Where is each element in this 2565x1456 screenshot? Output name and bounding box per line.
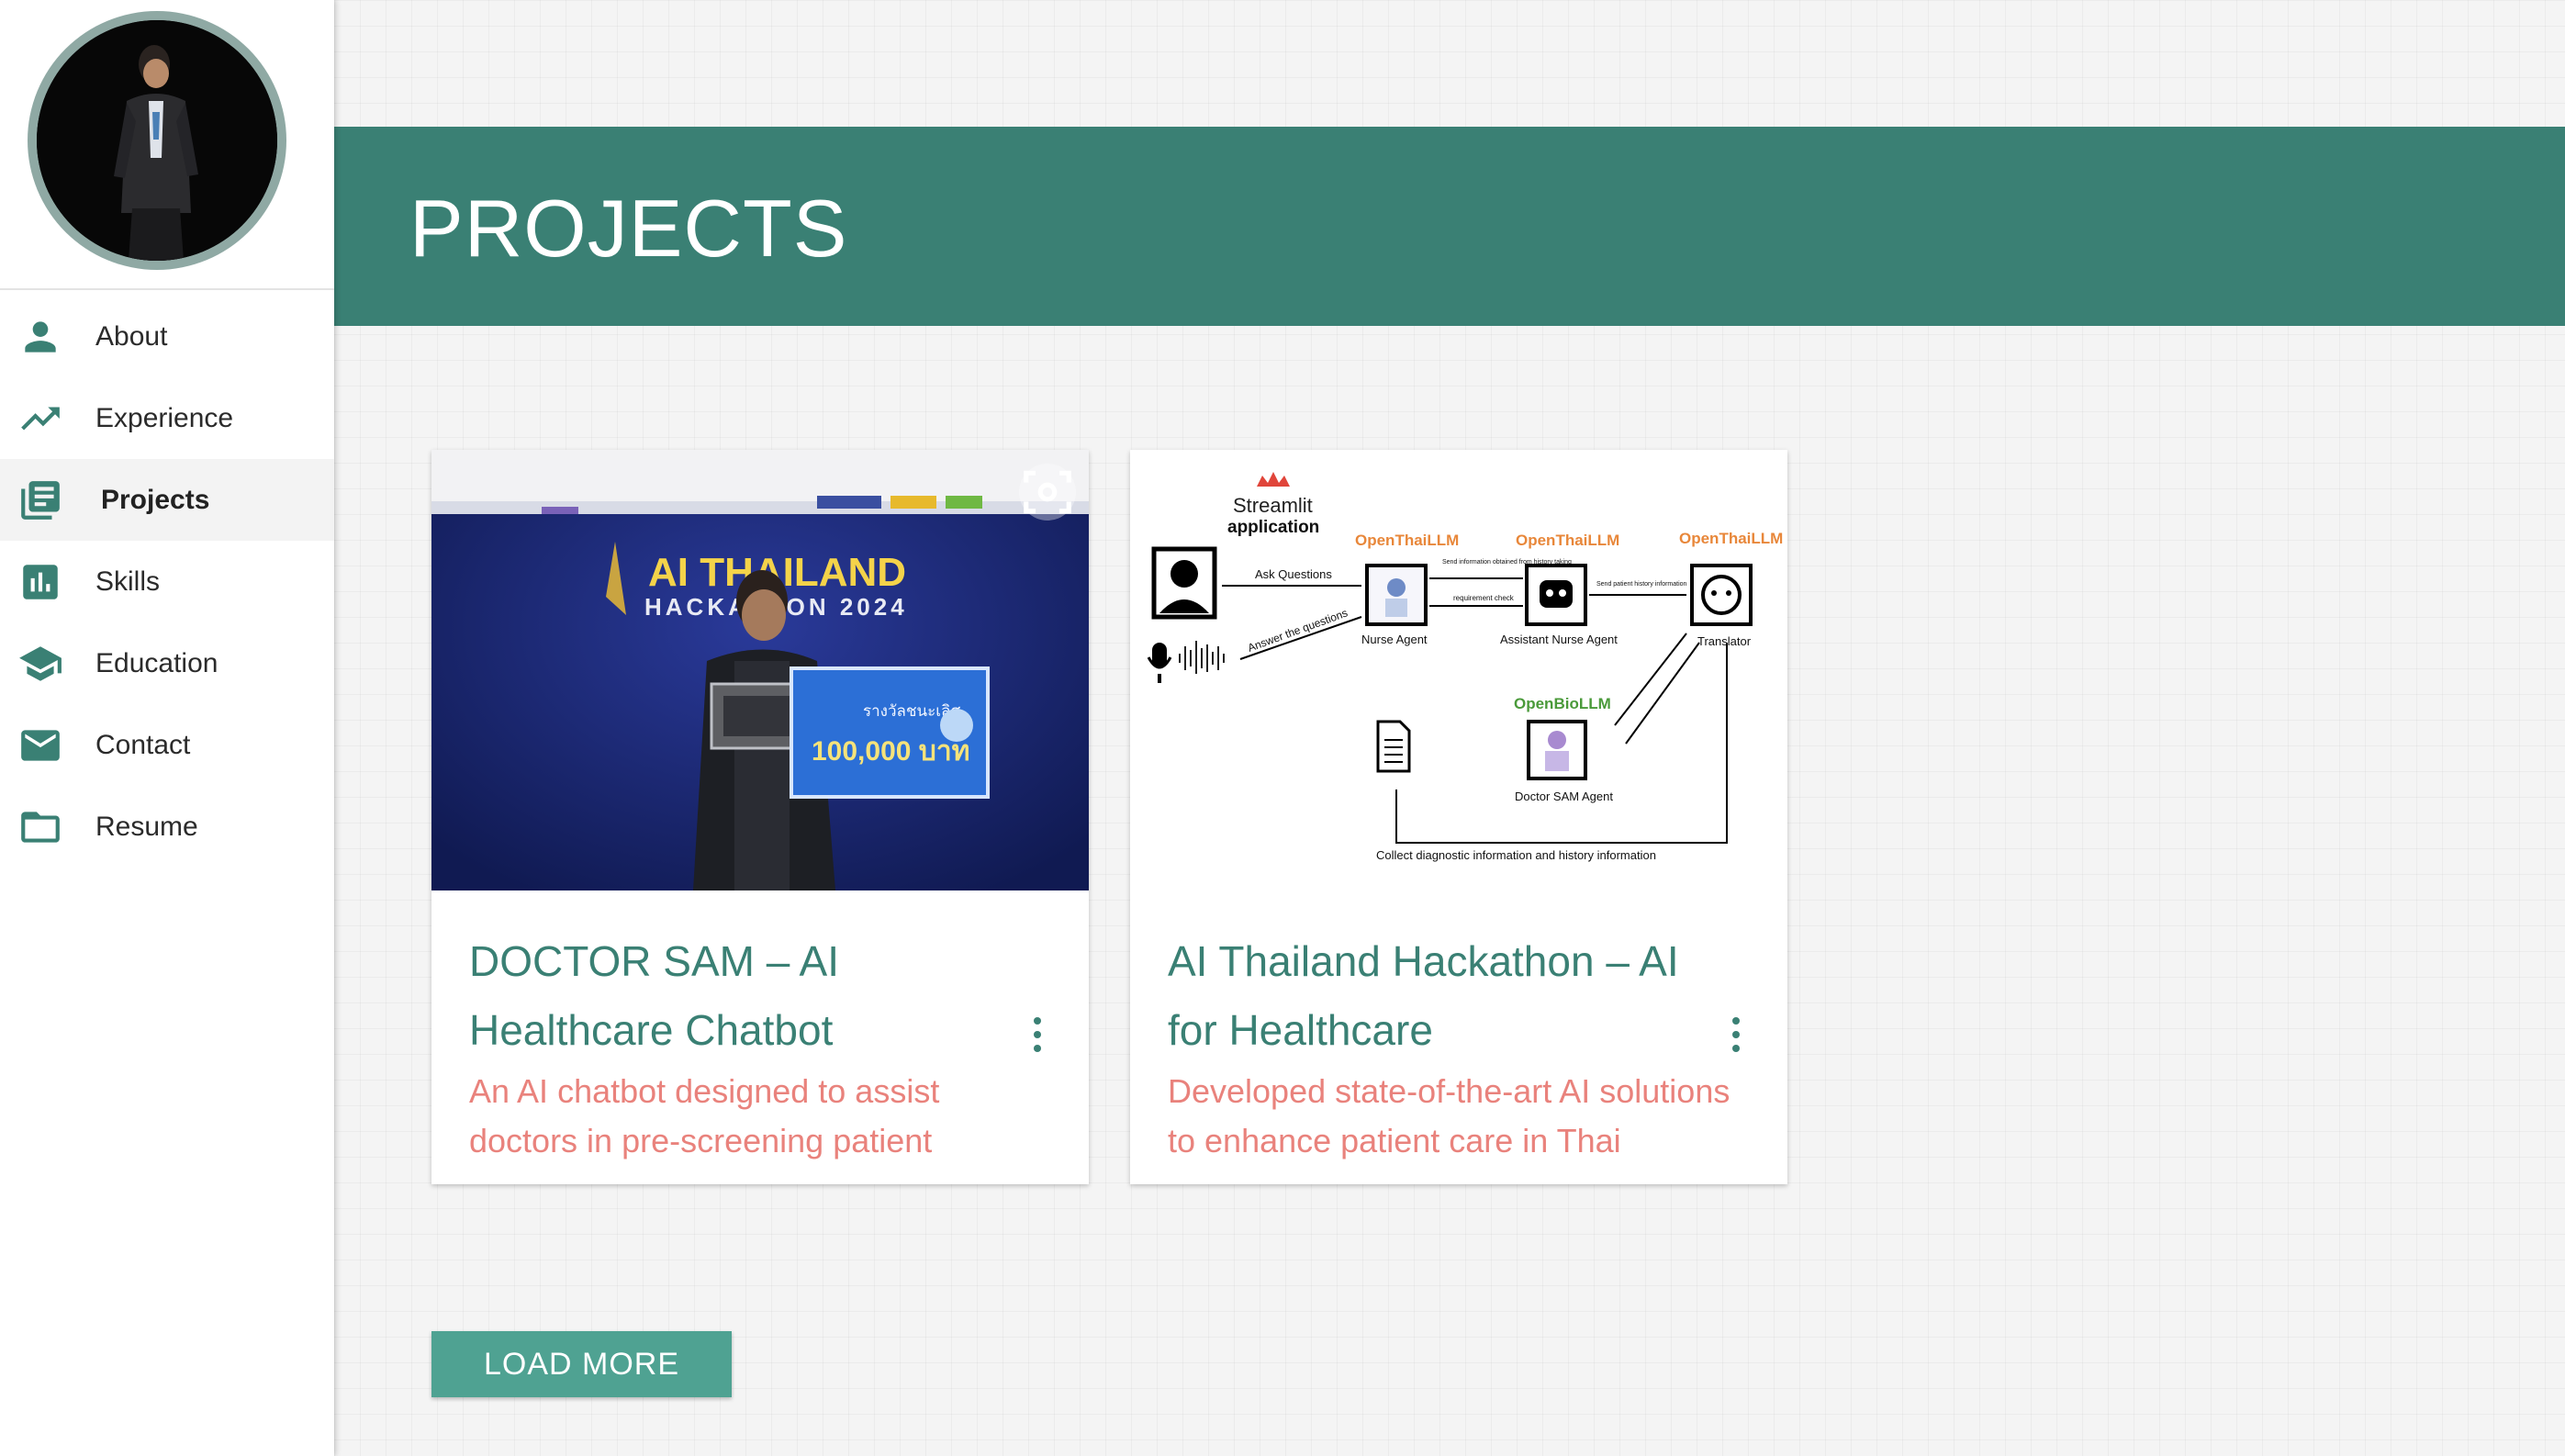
diagram-app-title: Streamlit bbox=[1233, 494, 1313, 517]
mail-icon bbox=[17, 722, 64, 769]
trending-up-icon bbox=[17, 395, 64, 442]
assistant-agent-label: Assistant Nurse Agent bbox=[1500, 633, 1618, 646]
doctor-agent-label: Doctor SAM Agent bbox=[1515, 790, 1613, 803]
llm-label-1: OpenThaiLLM bbox=[1355, 532, 1459, 549]
nav-item-contact[interactable]: Contact bbox=[0, 704, 334, 786]
llm-label-3: OpenThaiLLM bbox=[1679, 530, 1783, 547]
collect-info-label: Collect diagnostic information and histo… bbox=[1376, 848, 1656, 862]
more-vert-icon[interactable] bbox=[1019, 1012, 1056, 1058]
card-title[interactable]: AI Thailand Hackathon – AI for Healthcar… bbox=[1168, 927, 1719, 1065]
article-icon bbox=[17, 476, 64, 524]
nav-item-about[interactable]: About bbox=[0, 296, 334, 377]
folder-icon bbox=[17, 803, 64, 851]
sidebar-nav: About Experience Projects Skills Educati… bbox=[0, 296, 334, 868]
hackathon-photo: AI THAILAND HACKATHON 2024 รางวัลชนะเลิศ… bbox=[431, 450, 1089, 890]
nav-label-contact: Contact bbox=[95, 729, 191, 760]
sidebar-divider bbox=[0, 288, 334, 290]
openbio-label: OpenBioLLM bbox=[1514, 695, 1611, 712]
person-icon bbox=[17, 313, 64, 361]
diagram-app-subtitle: application bbox=[1227, 518, 1319, 537]
profile-photo bbox=[37, 20, 277, 261]
llm-label-2: OpenThaiLLM bbox=[1516, 532, 1619, 549]
prize-amount: 100,000 บาท bbox=[812, 736, 969, 767]
project-image[interactable]: Streamlit application OpenThaiLLM OpenTh… bbox=[1130, 450, 1787, 890]
nav-label-resume: Resume bbox=[95, 811, 198, 842]
requirement-check-label: requirement check bbox=[1453, 594, 1515, 602]
nav-item-skills[interactable]: Skills bbox=[0, 541, 334, 622]
project-image[interactable]: AI THAILAND HACKATHON 2024 รางวัลชนะเลิศ… bbox=[431, 450, 1089, 890]
load-more-button[interactable]: LOAD MORE bbox=[431, 1331, 732, 1397]
nav-label-about: About bbox=[95, 320, 168, 352]
card-title[interactable]: DOCTOR SAM – AI Healthcare Chatbot bbox=[469, 927, 1020, 1065]
project-card[interactable]: AI THAILAND HACKATHON 2024 รางวัลชนะเลิศ… bbox=[431, 450, 1089, 1184]
bar-chart-icon bbox=[17, 558, 64, 606]
nav-item-projects[interactable]: Projects bbox=[0, 459, 334, 541]
architecture-diagram: Streamlit application OpenThaiLLM OpenTh… bbox=[1130, 450, 1787, 890]
nav-item-experience[interactable]: Experience bbox=[0, 377, 334, 459]
page-header-banner: PROJECTS bbox=[334, 127, 2565, 326]
zoom-icon[interactable] bbox=[1019, 464, 1076, 521]
translator-label: Translator bbox=[1697, 634, 1752, 648]
school-icon bbox=[17, 640, 64, 688]
page-title: PROJECTS bbox=[409, 183, 848, 274]
ask-questions-label: Ask Questions bbox=[1255, 567, 1332, 581]
card-description: An AI chatbot designed to assist doctors… bbox=[469, 1072, 940, 1159]
card-description: Developed state-of-the-art AI solutions … bbox=[1168, 1072, 1731, 1159]
nav-item-education[interactable]: Education bbox=[0, 622, 334, 704]
nav-label-education: Education bbox=[95, 647, 218, 678]
send-history-label: Send patient history information bbox=[1596, 581, 1687, 588]
nav-label-skills: Skills bbox=[95, 566, 161, 597]
send-info-label: Send information obtained from history t… bbox=[1442, 559, 1572, 566]
nav-item-resume[interactable]: Resume bbox=[0, 786, 334, 868]
nav-label-experience: Experience bbox=[95, 402, 234, 433]
project-card[interactable]: Streamlit application OpenThaiLLM OpenTh… bbox=[1130, 450, 1787, 1184]
avatar bbox=[28, 11, 286, 270]
more-vert-icon[interactable] bbox=[1718, 1012, 1754, 1058]
nurse-agent-label: Nurse Agent bbox=[1361, 633, 1428, 646]
nav-label-projects: Projects bbox=[101, 484, 210, 515]
sidebar: About Experience Projects Skills Educati… bbox=[0, 0, 334, 1456]
